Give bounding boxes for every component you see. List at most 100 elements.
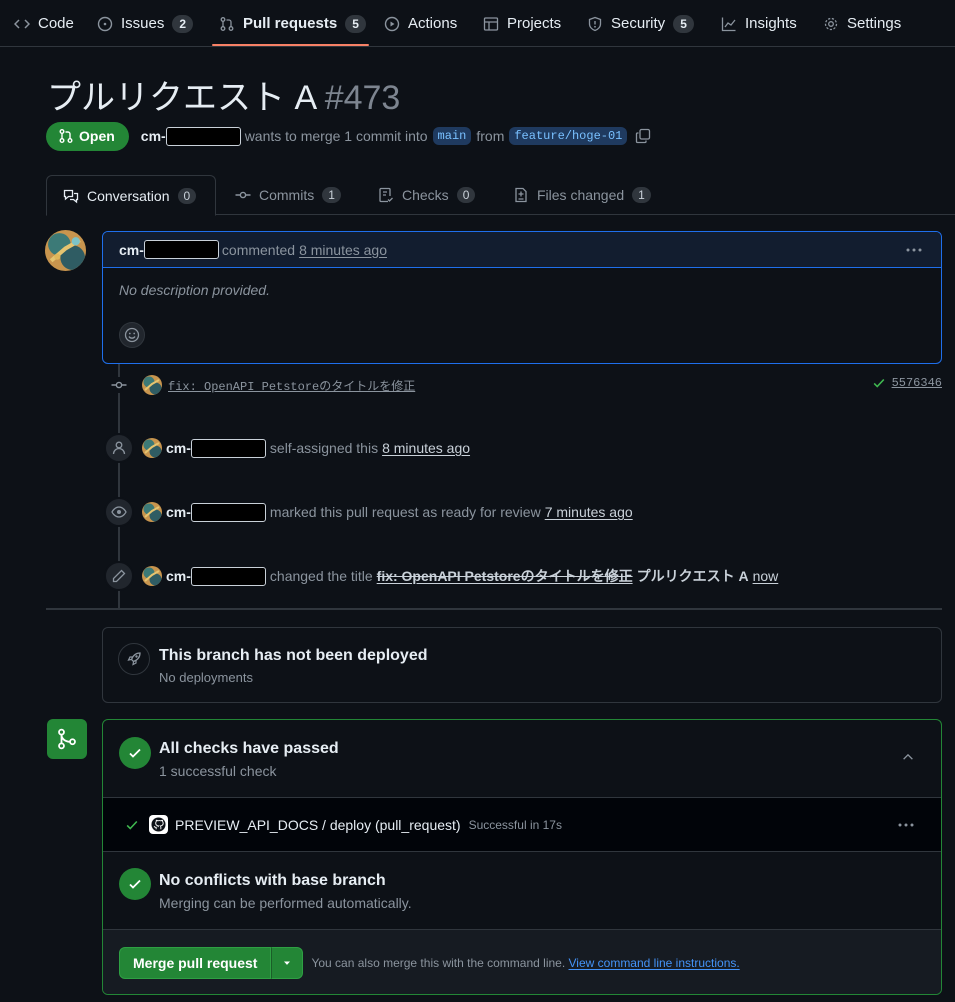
kebab-horizontal-icon[interactable] xyxy=(897,817,915,833)
eye-icon xyxy=(104,497,134,527)
merge-hint-text: You can also merge this with the command… xyxy=(311,956,566,970)
git-pull-request-icon xyxy=(58,128,74,144)
merge-method-dropdown[interactable] xyxy=(271,947,304,979)
tab-counter: 5 xyxy=(673,14,694,33)
tab-issues[interactable]: Issues 2 xyxy=(97,0,194,47)
tab-checks[interactable]: Checks 0 xyxy=(378,175,476,215)
tab-projects[interactable]: Projects xyxy=(483,0,561,47)
timeline-event-ready: cm- marked this pull request as ready fo… xyxy=(104,497,633,527)
merge-text: wants to merge 1 commit into xyxy=(244,128,428,144)
event-author[interactable]: cm- xyxy=(166,568,191,584)
tab-counter: 5 xyxy=(345,14,366,33)
tab-counter: 1 xyxy=(632,187,651,203)
timeline-event-renamed: cm- changed the title fix: OpenAPI Petst… xyxy=(104,561,778,591)
tab-files-changed[interactable]: Files changed 1 xyxy=(513,175,651,215)
conflicts-subtitle: Merging can be performed automatically. xyxy=(159,895,412,911)
chevron-up-icon[interactable] xyxy=(901,750,915,764)
author-name[interactable]: cm- xyxy=(141,128,166,144)
check-circle-icon xyxy=(119,737,151,769)
smiley-icon[interactable] xyxy=(119,322,145,348)
avatar[interactable] xyxy=(142,438,162,458)
github-logo-icon xyxy=(149,815,168,834)
tab-code[interactable]: Code xyxy=(14,0,74,47)
deployments-subtitle: No deployments xyxy=(159,670,253,685)
git-commit-icon xyxy=(104,377,134,393)
shield-icon xyxy=(587,16,603,32)
event-time[interactable]: now xyxy=(753,568,779,584)
commit-sha[interactable]: 5576346 xyxy=(892,376,942,390)
new-title: プルリクエスト A xyxy=(636,568,749,584)
merge-actions: Merge pull request You can also merge th… xyxy=(103,930,941,994)
pr-tabs: Conversation 0 Commits 1 Checks 0 Files … xyxy=(46,175,955,216)
tab-counter: 0 xyxy=(177,187,197,204)
comment-action: commented xyxy=(221,241,296,258)
old-title: fix: OpenAPI Petstoreのタイトルを修正 xyxy=(376,568,633,584)
base-branch[interactable]: main xyxy=(432,127,472,145)
redacted-username xyxy=(143,240,219,259)
avatar[interactable] xyxy=(142,375,162,395)
redacted-username xyxy=(190,502,266,522)
comment-body: No description provided. xyxy=(119,282,270,298)
merge-box: All checks have passed 1 successful chec… xyxy=(102,719,942,995)
repo-nav: Code Issues 2 Pull requests 5 Actions Pr… xyxy=(0,0,955,47)
redacted-username xyxy=(190,438,266,458)
comment-author[interactable]: cm- xyxy=(119,242,144,258)
page-title: プルリクエスト A #473 xyxy=(47,70,400,119)
code-icon xyxy=(14,16,30,32)
git-pull-request-icon xyxy=(219,16,235,32)
tab-label: Files changed xyxy=(537,187,625,203)
checks-subtitle: 1 successful check xyxy=(159,763,277,779)
tab-counter: 0 xyxy=(456,187,476,203)
commit-message[interactable]: fix: OpenAPI Petstoreのタイトルを修正 xyxy=(168,377,415,394)
timeline-commit: fix: OpenAPI Petstoreのタイトルを修正 5576346 xyxy=(104,372,942,398)
comment-header: cm- commented 8 minutes ago xyxy=(103,232,941,268)
avatar[interactable] xyxy=(142,502,162,522)
issue-opened-icon xyxy=(97,16,113,32)
head-branch[interactable]: feature/hoge-01 xyxy=(509,127,628,145)
deployments-box: This branch has not been deployed No dep… xyxy=(102,627,942,703)
triangle-down-icon xyxy=(281,957,293,969)
pencil-icon xyxy=(104,561,134,591)
kebab-horizontal-icon[interactable] xyxy=(905,242,923,258)
checks-summary[interactable]: All checks have passed 1 successful chec… xyxy=(103,720,941,798)
tab-conversation[interactable]: Conversation 0 xyxy=(46,175,216,216)
comment-box: cm- commented 8 minutes ago No descripti… xyxy=(102,231,942,364)
event-author[interactable]: cm- xyxy=(166,440,191,456)
graph-icon xyxy=(721,16,737,32)
event-author[interactable]: cm- xyxy=(166,504,191,520)
tab-settings[interactable]: Settings xyxy=(823,0,901,47)
avatar[interactable] xyxy=(45,230,86,271)
tab-pull-requests[interactable]: Pull requests 5 xyxy=(219,0,366,47)
event-time[interactable]: 8 minutes ago xyxy=(382,440,470,456)
tab-label: Code xyxy=(38,15,74,32)
tab-label: Pull requests xyxy=(243,15,338,32)
file-diff-icon xyxy=(513,187,529,203)
commit-status: 5576346 xyxy=(872,376,942,390)
merge-pull-request-button[interactable]: Merge pull request xyxy=(119,947,272,979)
redacted-username xyxy=(190,566,266,586)
git-commit-icon xyxy=(235,187,251,203)
tab-label: Issues xyxy=(121,15,165,32)
check-status: Successful in 17s xyxy=(468,817,562,832)
event-text: self-assigned this xyxy=(269,440,379,456)
tab-counter: 1 xyxy=(322,187,341,203)
status-badge: Open xyxy=(46,121,129,151)
event-text: marked this pull request as ready for re… xyxy=(269,504,541,520)
avatar[interactable] xyxy=(142,566,162,586)
tab-insights[interactable]: Insights xyxy=(721,0,797,47)
check-icon xyxy=(125,818,139,832)
tab-commits[interactable]: Commits 1 xyxy=(235,175,341,215)
command-line-instructions-link[interactable]: View command line instructions. xyxy=(569,956,740,970)
tab-security[interactable]: Security 5 xyxy=(587,0,694,47)
tab-actions[interactable]: Actions xyxy=(384,0,457,47)
event-time[interactable]: 7 minutes ago xyxy=(545,504,633,520)
tab-label: Projects xyxy=(507,15,562,32)
tab-label: Insights xyxy=(745,15,797,32)
copy-icon[interactable] xyxy=(635,128,651,144)
rocket-icon xyxy=(118,643,150,675)
play-icon xyxy=(384,16,400,32)
comment-time[interactable]: 8 minutes ago xyxy=(299,242,387,258)
check-icon[interactable] xyxy=(872,376,886,390)
check-name[interactable]: PREVIEW_API_DOCS / deploy (pull_request) xyxy=(175,817,461,833)
deployments-title: This branch has not been deployed xyxy=(159,647,428,664)
